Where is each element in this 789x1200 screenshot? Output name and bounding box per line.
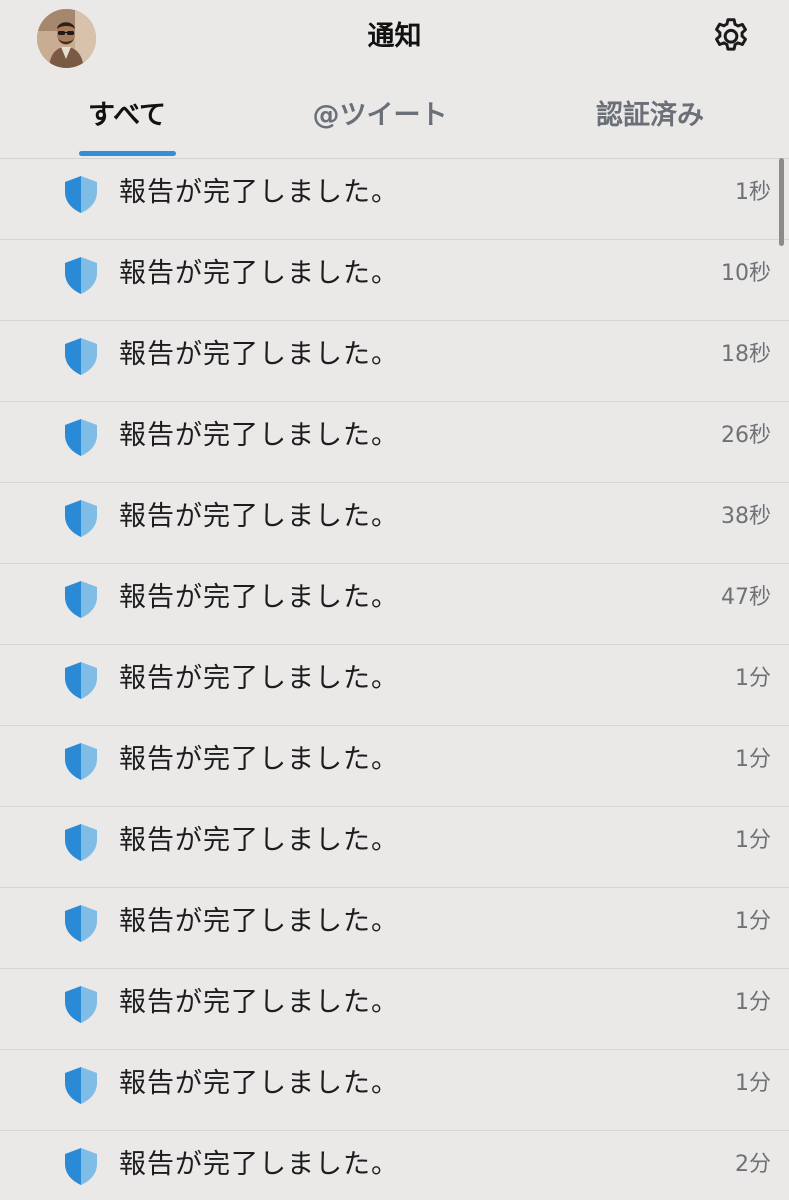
- notification-time: 1分: [735, 666, 771, 691]
- settings-button[interactable]: [709, 15, 753, 59]
- notification-message: 報告が完了しました。: [119, 744, 399, 775]
- notification-time: 26秒: [721, 423, 771, 448]
- shield-icon: [65, 824, 97, 861]
- shield-icon: [65, 176, 97, 213]
- notification-time: 1秒: [735, 180, 771, 205]
- list-item[interactable]: 報告が完了しました。 2分: [0, 1131, 789, 1200]
- notification-message: 報告が完了しました。: [119, 420, 399, 451]
- list-item[interactable]: 報告が完了しました。 1分: [0, 969, 789, 1050]
- notification-time: 38秒: [721, 504, 771, 529]
- page-title: 通知: [367, 21, 422, 52]
- notification-time: 1分: [735, 828, 771, 853]
- header: 通知: [0, 0, 789, 78]
- notification-time: 18秒: [721, 342, 771, 367]
- notification-time: 1分: [735, 909, 771, 934]
- list-item[interactable]: 報告が完了しました。 1分: [0, 645, 789, 726]
- notification-time: 1分: [735, 747, 771, 772]
- list-item[interactable]: 報告が完了しました。 1分: [0, 807, 789, 888]
- shield-icon: [65, 1067, 97, 1104]
- shield-icon: [65, 1148, 97, 1185]
- notifications-screen: 通知 すべて @ツイート 認証済み 報告が完了しました。 1秒 報告が完了しまし…: [0, 0, 789, 1200]
- notification-time: 10秒: [721, 261, 771, 286]
- notification-message: 報告が完了しました。: [119, 339, 399, 370]
- notification-message: 報告が完了しました。: [119, 258, 399, 289]
- shield-icon: [65, 419, 97, 456]
- list-item[interactable]: 報告が完了しました。 1分: [0, 1050, 789, 1131]
- list-item[interactable]: 報告が完了しました。 26秒: [0, 402, 789, 483]
- notification-time: 1分: [735, 990, 771, 1015]
- scrollbar[interactable]: [779, 158, 784, 246]
- notification-time: 2分: [735, 1152, 771, 1177]
- list-item[interactable]: 報告が完了しました。 1分: [0, 726, 789, 807]
- shield-icon: [65, 338, 97, 375]
- shield-icon: [65, 257, 97, 294]
- shield-icon: [65, 662, 97, 699]
- notification-message: 報告が完了しました。: [119, 906, 399, 937]
- shield-icon: [65, 986, 97, 1023]
- list-item[interactable]: 報告が完了しました。 1秒: [0, 159, 789, 240]
- list-item[interactable]: 報告が完了しました。 38秒: [0, 483, 789, 564]
- shield-icon: [65, 581, 97, 618]
- notification-message: 報告が完了しました。: [119, 177, 399, 208]
- shield-icon: [65, 500, 97, 537]
- list-item[interactable]: 報告が完了しました。 47秒: [0, 564, 789, 645]
- notification-list: 報告が完了しました。 1秒 報告が完了しました。 10秒 報告が完了しました。 …: [0, 159, 789, 1200]
- list-item[interactable]: 報告が完了しました。 18秒: [0, 321, 789, 402]
- tab-mentions[interactable]: @ツイート: [300, 98, 460, 158]
- active-tab-indicator: [79, 151, 176, 156]
- tab-verified[interactable]: 認証済み: [580, 98, 720, 158]
- notification-time: 47秒: [721, 585, 771, 610]
- gear-icon: [715, 18, 747, 51]
- notification-message: 報告が完了しました。: [119, 1068, 399, 1099]
- notification-message: 報告が完了しました。: [119, 663, 399, 694]
- notification-message: 報告が完了しました。: [119, 987, 399, 1018]
- notification-time: 1分: [735, 1071, 771, 1096]
- list-item[interactable]: 報告が完了しました。 10秒: [0, 240, 789, 321]
- notification-message: 報告が完了しました。: [119, 582, 399, 613]
- tab-all[interactable]: すべて: [78, 98, 176, 158]
- notification-message: 報告が完了しました。: [119, 501, 399, 532]
- shield-icon: [65, 905, 97, 942]
- list-item[interactable]: 報告が完了しました。 1分: [0, 888, 789, 969]
- notification-message: 報告が完了しました。: [119, 825, 399, 856]
- shield-icon: [65, 743, 97, 780]
- notification-message: 報告が完了しました。: [119, 1149, 399, 1180]
- tab-bar: すべて @ツイート 認証済み: [0, 78, 789, 159]
